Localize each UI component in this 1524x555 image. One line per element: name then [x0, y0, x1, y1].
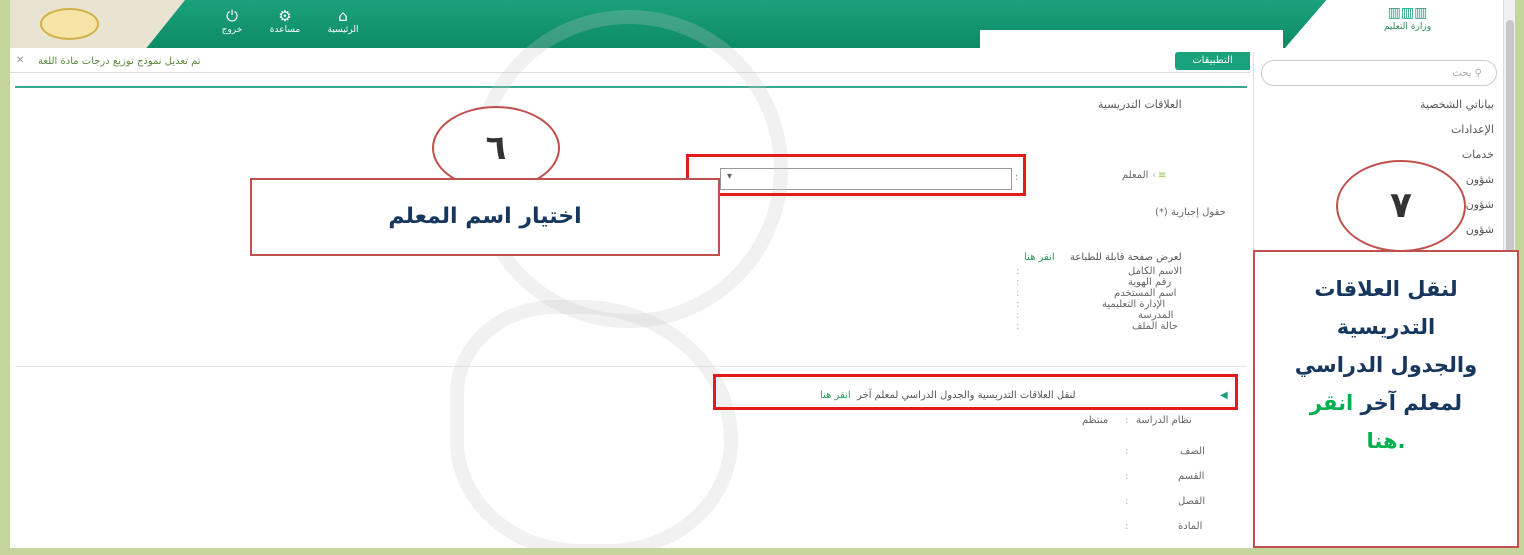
sidebar-item-affairs[interactable]: شؤون [1466, 223, 1494, 236]
home-button[interactable]: ⌂ الرئيسية [318, 7, 368, 36]
sidebar-item-profile[interactable]: بياناتي الشخصية [1420, 98, 1494, 111]
section-title: العلاقات التدريسية [1098, 98, 1182, 111]
tab-applications[interactable]: التطبيقات [1175, 52, 1250, 70]
step-7-label-line: والجدول الدراسي [1294, 353, 1478, 377]
header-blank-bar [980, 30, 1283, 51]
help-icon: ⚙ [278, 7, 292, 25]
class-field-label: الفصل [1178, 496, 1206, 507]
close-icon[interactable]: ✕ [16, 55, 24, 66]
class-field-label: الصف [1180, 446, 1205, 457]
class-field-label: المادة [1178, 521, 1203, 532]
top-navigation-bar: ⏻ خروج ⚙ مساعدة ⌂ الرئيسية ▥▥▥ وزارة الت… [10, 0, 1515, 51]
sidebar-item-settings[interactable]: الإعدادات [1451, 123, 1494, 136]
help-button[interactable]: ⚙ مساعدة [260, 7, 310, 36]
watermark-arc [450, 300, 738, 548]
field-separator: : [1125, 471, 1129, 482]
list-icon: ≡ [1158, 170, 1167, 181]
step-7-label-link: انقر [1309, 391, 1354, 415]
step-7-label: لنقل العلاقات التدريسية والجدول الدراسي … [1253, 250, 1519, 548]
ministry-logo: ▥▥▥ وزارة التعليم [1383, 5, 1432, 32]
topbar-left-panel [10, 0, 185, 48]
field-separator: : [1016, 299, 1020, 310]
search-icon: ⚲ [1474, 68, 1482, 79]
field-separator: : [1016, 288, 1020, 299]
sidebar-item-affairs[interactable]: شؤون [1466, 198, 1494, 211]
logout-label: خروج [221, 25, 243, 35]
print-link-prefix: لعرض صفحة قابلة للطباعة [1070, 252, 1182, 263]
brand-text: وزارة التعليم [1383, 22, 1432, 32]
info-field-label: الإدارة التعليمية [1102, 299, 1166, 310]
help-label: مساعدة [269, 25, 301, 35]
notification-text: تم تعديل نموذج توزيع درجات مادة اللغة [38, 56, 201, 67]
required-fields-note: (*) حقول إجبارية [1155, 207, 1226, 218]
field-separator: : [1125, 446, 1129, 457]
class-field-label: القسم [1178, 471, 1205, 482]
sidebar-item-services[interactable]: خدمات [1462, 148, 1494, 161]
field-separator: : [1016, 321, 1020, 332]
teacher-select-highlight [686, 154, 1026, 196]
study-system-value: منتظم [1082, 415, 1109, 426]
step-7-label-line: لنقل العلاقات [1314, 277, 1458, 301]
field-separator: : [1125, 496, 1129, 507]
field-separator: : [1125, 415, 1129, 426]
info-field-label: رقم الهوية [1128, 277, 1172, 288]
field-separator: : [1016, 266, 1020, 277]
field-separator: : [1016, 277, 1020, 288]
study-system-label: نظام الدراسة [1136, 415, 1192, 426]
dropdown-caret-icon: ‹ [1152, 170, 1156, 181]
field-separator: : [1016, 310, 1020, 321]
power-icon: ⏻ [226, 7, 238, 25]
topbar-right-panel: ▥▥▥ وزارة التعليم [1285, 0, 1515, 48]
step-7-label-line: هنا. [1366, 429, 1406, 453]
transfer-link-highlight [713, 374, 1238, 410]
teacher-field-label: المعلم [1122, 170, 1149, 181]
search-placeholder: بحث [1452, 68, 1472, 79]
print-link[interactable]: انقر هنا [1024, 252, 1055, 263]
sidebar-search-input[interactable]: بحث ⚲ [1261, 60, 1497, 86]
step-7-badge: ٧ [1336, 160, 1466, 252]
info-field-label: حالة الملف [1132, 321, 1179, 332]
logout-button[interactable]: ⏻ خروج [207, 7, 257, 36]
info-field-label: الاسم الكامل [1128, 266, 1183, 277]
info-field-label: المدرسة [1138, 310, 1174, 321]
field-separator: : [1125, 521, 1129, 532]
step-7-label-line: لمعلم آخر انقر [1255, 384, 1517, 422]
home-label: الرئيسية [327, 25, 359, 35]
step-7-label-text: لمعلم آخر [1360, 391, 1463, 415]
ministry-emblem-logo [40, 8, 99, 40]
step-6-label: اختيار اسم المعلم [250, 178, 720, 256]
home-icon: ⌂ [338, 7, 348, 25]
sidebar-item-affairs[interactable]: شؤون [1466, 173, 1494, 186]
info-field-label: اسم المستخدم [1114, 288, 1177, 299]
step-7-label-line: التدريسية [1336, 315, 1436, 339]
